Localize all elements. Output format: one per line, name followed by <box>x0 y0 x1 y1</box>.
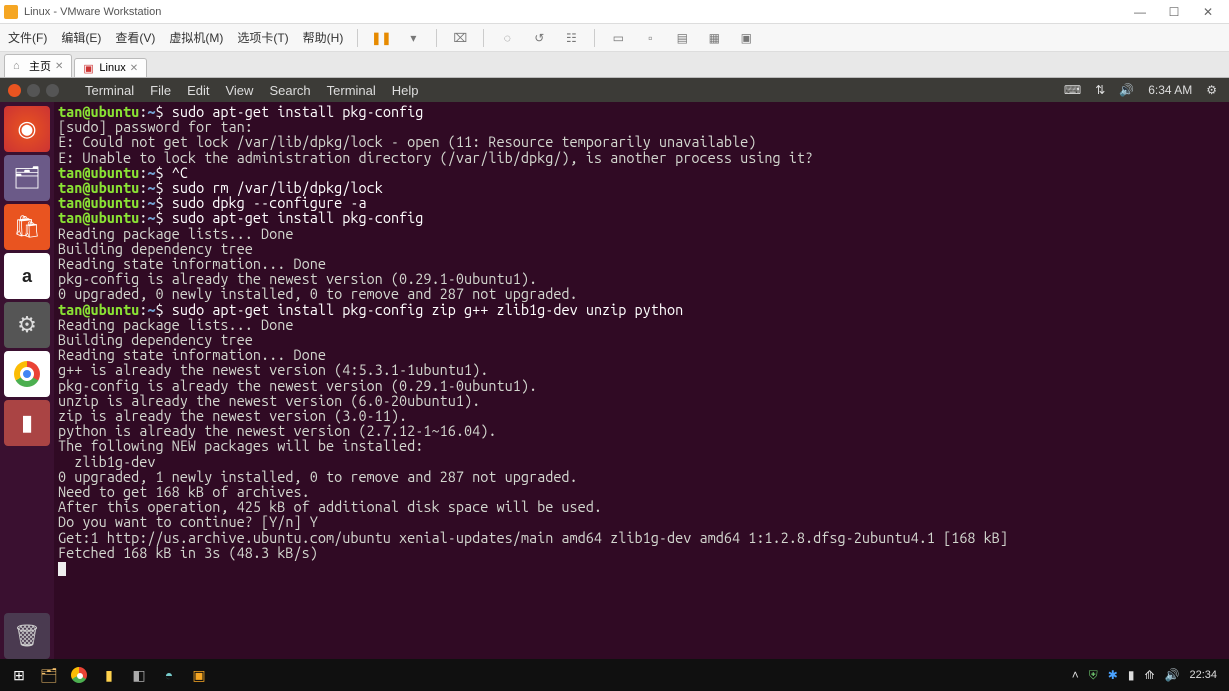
tray-wifi-icon[interactable]: ⟰ <box>1144 668 1154 682</box>
thumbnail-icon[interactable]: ▦ <box>705 30 723 46</box>
launcher-files[interactable]: 🗂 <box>4 155 50 201</box>
window-maximize-icon[interactable] <box>46 84 59 97</box>
menu-vm[interactable]: 虚拟机(M) <box>169 29 223 46</box>
snapshot-manager-icon[interactable]: ☷ <box>562 30 580 46</box>
library-icon[interactable]: ▣ <box>737 30 755 46</box>
appmenu-terminal2[interactable]: Terminal <box>327 83 376 98</box>
vmware-menu-bar: 文件(F) 编辑(E) 查看(V) 虚拟机(M) 选项卡(T) 帮助(H) ❚❚… <box>0 24 1229 52</box>
home-icon <box>13 60 25 72</box>
snapshot-icon[interactable]: ◌ <box>498 30 516 46</box>
appmenu-help[interactable]: Help <box>392 83 419 98</box>
maximize-button[interactable]: ☐ <box>1163 4 1185 20</box>
task-explorer[interactable]: 🗂 <box>34 663 64 687</box>
tab-home-label: 主页 <box>29 58 51 74</box>
window-minimize-icon[interactable] <box>27 84 40 97</box>
vmware-logo-icon <box>4 5 18 19</box>
appmenu-search[interactable]: Search <box>269 83 310 98</box>
network-icon[interactable]: ⇅ <box>1095 83 1105 97</box>
vmware-title-bar: Linux - VMware Workstation — ☐ ✕ <box>0 0 1229 24</box>
task-app3[interactable]: ◓ <box>154 663 184 687</box>
start-button[interactable]: ⊞ <box>4 667 34 684</box>
menu-help[interactable]: 帮助(H) <box>303 29 344 46</box>
vm-display[interactable]: Terminal File Edit View Search Terminal … <box>0 78 1229 659</box>
menu-file[interactable]: 文件(F) <box>8 29 47 46</box>
appmenu-edit[interactable]: Edit <box>187 83 209 98</box>
windows-clock[interactable]: 22:34 <box>1189 669 1217 681</box>
menu-tabs[interactable]: 选项卡(T) <box>237 29 288 46</box>
appmenu-file[interactable]: File <box>150 83 171 98</box>
launcher-editor[interactable]: ▮ <box>4 400 50 446</box>
ubuntu-top-bar: Terminal File Edit View Search Terminal … <box>0 78 1229 102</box>
windows-taskbar: ⊞ 🗂 ▮ ◧ ◓ ▣ ˄ ⛨ ✱ ▮ ⟰ 🔊 22:34 <box>0 659 1229 691</box>
terminal-output[interactable]: tan@ubuntu:~$ sudo apt-get install pkg-c… <box>54 102 1229 659</box>
window-title: Linux - VMware Workstation <box>24 6 1129 18</box>
unity-icon[interactable]: ▫ <box>641 30 659 46</box>
keyboard-icon[interactable]: ⌨ <box>1064 83 1081 97</box>
appmenu-terminal[interactable]: Terminal <box>85 83 134 98</box>
task-vmware[interactable]: ▣ <box>184 663 214 687</box>
ubuntu-launcher: ◉ 🗂 🛍 a ⚙ >_ ▮ 🗑 <box>0 102 54 659</box>
task-app1[interactable]: ▮ <box>94 663 124 687</box>
task-app2[interactable]: ◧ <box>124 663 154 687</box>
tab-vm-label: Linux <box>99 62 125 74</box>
tab-home[interactable]: 主页 ✕ <box>4 54 72 77</box>
terminal-cursor <box>58 562 66 576</box>
gear-icon[interactable]: ⚙ <box>1206 83 1217 97</box>
send-keys-icon[interactable]: ⌧ <box>451 30 469 46</box>
pause-icon[interactable]: ❚❚ <box>372 30 390 46</box>
vmware-tab-bar: 主页 ✕ Linux ✕ <box>0 52 1229 78</box>
launcher-trash[interactable]: 🗑 <box>4 613 50 659</box>
console-view-icon[interactable]: ▤ <box>673 30 691 46</box>
menu-edit[interactable]: 编辑(E) <box>61 29 101 46</box>
snapshot-revert-icon[interactable]: ↺ <box>530 30 548 46</box>
tray-up-icon[interactable]: ˄ <box>1072 668 1079 682</box>
vm-icon <box>83 62 95 74</box>
tab-home-close[interactable]: ✕ <box>55 61 63 72</box>
tray-battery-icon[interactable]: ▮ <box>1128 668 1135 682</box>
launcher-dash[interactable]: ◉ <box>4 106 50 152</box>
ubuntu-tray: ⌨ ⇅ 🔊 6:34 AM ⚙ <box>1064 83 1229 97</box>
launcher-amazon[interactable]: a <box>4 253 50 299</box>
windows-tray: ˄ ⛨ ✱ ▮ ⟰ 🔊 22:34 <box>1072 668 1225 683</box>
tray-bluetooth-icon[interactable]: ✱ <box>1108 668 1118 682</box>
tray-volume-icon[interactable]: 🔊 <box>1165 668 1180 682</box>
chrome-icon <box>71 667 87 683</box>
chrome-icon <box>14 361 40 387</box>
dropdown-icon[interactable]: ▾ <box>404 30 422 46</box>
minimize-button[interactable]: — <box>1129 4 1151 20</box>
launcher-settings[interactable]: ⚙ <box>4 302 50 348</box>
tray-security-icon[interactable]: ⛨ <box>1089 668 1098 683</box>
menu-view[interactable]: 查看(V) <box>115 29 155 46</box>
fullscreen-icon[interactable]: ▭ <box>609 30 627 46</box>
close-button[interactable]: ✕ <box>1197 4 1219 20</box>
launcher-chrome[interactable] <box>4 351 50 397</box>
window-close-icon[interactable] <box>8 84 21 97</box>
clock-label[interactable]: 6:34 AM <box>1148 83 1192 97</box>
launcher-software[interactable]: 🛍 <box>4 204 50 250</box>
task-chrome[interactable] <box>64 663 94 687</box>
tab-vm-linux[interactable]: Linux ✕ <box>74 58 147 77</box>
appmenu-view[interactable]: View <box>225 83 253 98</box>
volume-icon[interactable]: 🔊 <box>1119 83 1134 97</box>
ubuntu-app-menu: Terminal File Edit View Search Terminal … <box>85 83 419 98</box>
tab-vm-close[interactable]: ✕ <box>130 63 138 74</box>
amazon-label: a <box>22 266 32 287</box>
